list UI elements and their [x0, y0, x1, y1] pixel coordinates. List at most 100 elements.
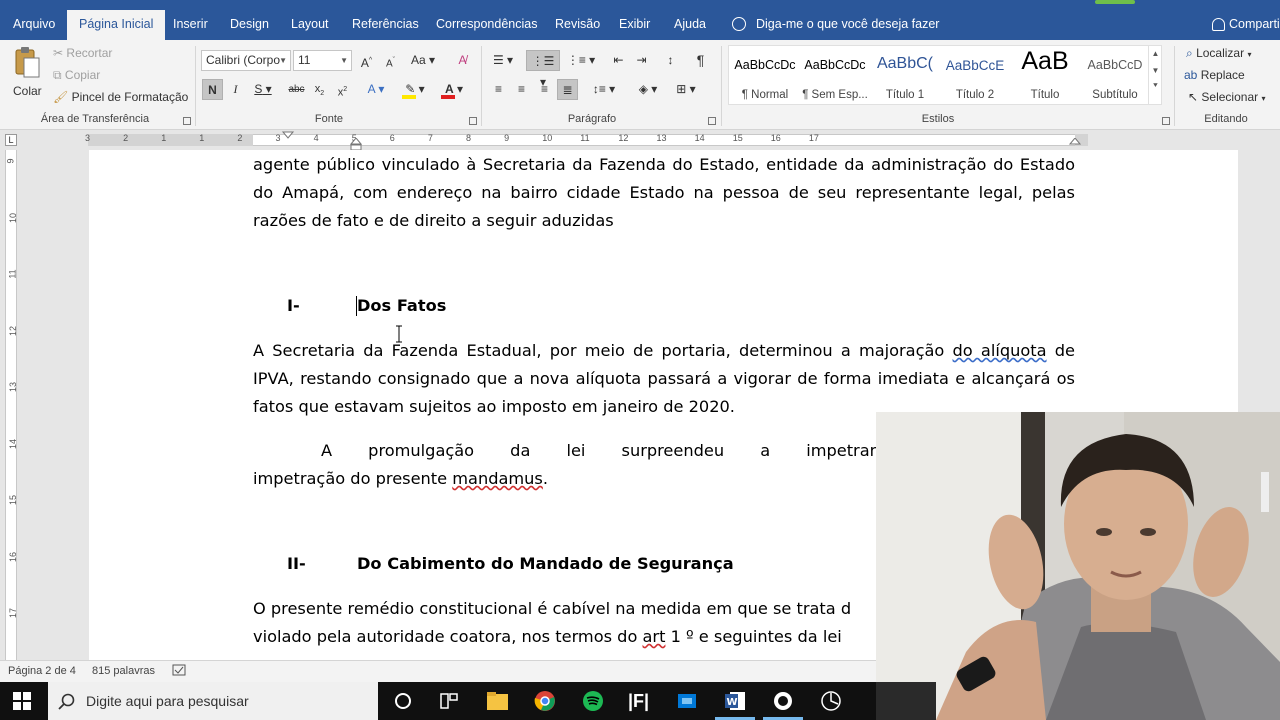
paragraph-intro: agente público vinculado à Secretaria da… [253, 155, 1075, 230]
style-title[interactable]: AaB Título [1010, 46, 1080, 104]
horizontal-ruler[interactable]: 3 2 1 1 2 3 4 5 6 7 8 9 10 11 12 13 14 15 16 17 [0, 130, 1280, 151]
strikethrough-icon[interactable]: abc [286, 79, 307, 100]
show-formatting-icon[interactable]: ¶ [690, 50, 711, 71]
ruler-number: 3 [275, 133, 281, 143]
numbering-icon[interactable]: ⋮☰ ▾ [526, 50, 560, 89]
paste-button[interactable]: Colar [12, 46, 46, 104]
grow-font-icon[interactable]: A^ [356, 50, 377, 71]
change-case-icon[interactable]: Aa ▾ [408, 50, 438, 71]
cortana-icon[interactable] [392, 690, 414, 712]
tab-exibir[interactable]: Exibir [619, 10, 650, 40]
decrease-indent-icon[interactable]: ⇤ [608, 50, 629, 71]
first-line-indent-marker[interactable] [282, 130, 294, 150]
store-icon[interactable] [676, 690, 698, 712]
sort-icon[interactable]: ↕ [660, 50, 681, 71]
tab-selector[interactable]: L [5, 134, 17, 146]
windows-start-icon[interactable] [13, 692, 35, 714]
taskbar-search-box[interactable]: Digite aqui para pesquisar [48, 682, 378, 720]
style-name: Título 2 [955, 89, 995, 101]
bullets-icon[interactable]: ☰ ▾ [488, 50, 518, 71]
subscript-icon[interactable]: x2 [309, 79, 330, 100]
style-no-spacing[interactable]: AaBbCcDc ¶ Sem Esp... [800, 46, 870, 104]
share-button[interactable]: Comparti [1212, 10, 1280, 38]
styles-launcher-icon[interactable] [1162, 117, 1170, 125]
font-launcher-icon[interactable] [469, 117, 477, 125]
task-view-icon[interactable] [438, 690, 460, 712]
paragraph-text: impetração do presente [253, 469, 453, 488]
font-color-bar [441, 95, 455, 99]
more-styles-icon[interactable]: ⯆ [1149, 81, 1162, 91]
copy-button[interactable]: ⧉ Copiar [53, 68, 100, 83]
format-painter-button[interactable]: 🖌 Pincel de Formatação [53, 90, 188, 104]
multilevel-list-icon[interactable]: ⋮≡ ▾ [566, 50, 596, 71]
paragraph-launcher-icon[interactable] [708, 117, 716, 125]
tab-referencias[interactable]: Referências [352, 10, 419, 40]
borders-icon[interactable]: ⊞ ▾ [670, 79, 702, 100]
tab-revisao[interactable]: Revisão [555, 10, 600, 40]
font-name-select[interactable]: Calibri (Corpo ▼ [201, 50, 291, 71]
styles-gallery: AaBbCcDc ¶ Normal AaBbCcDc ¶ Sem Esp... … [728, 45, 1162, 105]
shading-icon[interactable]: ◈ ▾ [632, 79, 664, 100]
text-cursor [356, 296, 357, 316]
style-name: ¶ Normal [741, 89, 789, 101]
spotify-icon[interactable] [582, 690, 604, 712]
align-right-icon[interactable]: ≡ [534, 79, 555, 100]
chevron-down-icon[interactable]: ▼ [1149, 66, 1162, 75]
justify-icon[interactable]: ≣ [557, 79, 578, 100]
tell-me-box[interactable]: Diga-me o que você deseja fazer [732, 10, 939, 38]
tab-pagina-inicial[interactable]: Página Inicial [67, 10, 166, 40]
word-count[interactable]: 815 palavras [92, 665, 155, 677]
highlight-color-icon[interactable]: ✎ ▾ [398, 79, 432, 100]
align-left-icon[interactable]: ≡ [488, 79, 509, 100]
chrome-icon[interactable] [534, 690, 556, 712]
tab-correspondencias[interactable]: Correspondências [436, 10, 537, 40]
font-size-select[interactable]: 11 ▼ [293, 50, 352, 71]
right-indent-marker[interactable] [1069, 138, 1081, 150]
select-button[interactable]: ↖ Selecionar ▾ [1188, 90, 1265, 104]
italic-button[interactable]: I [225, 79, 246, 100]
replace-button[interactable]: ab Replace [1184, 68, 1245, 82]
align-center-icon[interactable]: ≡ [511, 79, 532, 100]
chevron-up-icon[interactable]: ▲ [1149, 49, 1162, 58]
clipboard-launcher-icon[interactable] [183, 117, 191, 125]
increase-indent-icon[interactable]: ⇥ [631, 50, 652, 71]
cut-button[interactable]: ✂ Recortar [53, 46, 112, 60]
proofing-icon[interactable] [172, 664, 186, 679]
style-preview: AaBbCcE [945, 58, 1005, 73]
ruler-number: 13 [8, 381, 19, 393]
word-icon[interactable]: W [724, 690, 746, 712]
styles-scroll[interactable]: ▲ ▼ ⯆ [1148, 45, 1162, 105]
tab-inserir[interactable]: Inserir [173, 10, 208, 40]
clear-formatting-icon[interactable]: A̸ [452, 50, 473, 71]
text-effects-icon[interactable]: A ▾ [362, 79, 390, 100]
style-normal[interactable]: AaBbCcDc ¶ Normal [730, 46, 800, 104]
record-app-icon[interactable] [820, 690, 842, 712]
ruler-number: 2 [237, 133, 243, 143]
style-heading-2[interactable]: AaBbCcE Título 2 [940, 46, 1010, 104]
ruler-number: 10 [8, 212, 19, 223]
style-subtitle[interactable]: AaBbCcD Subtítulo [1080, 46, 1150, 104]
obs-icon[interactable] [772, 690, 794, 712]
line-spacing-icon[interactable]: ↕≡ ▾ [588, 79, 620, 100]
tab-layout[interactable]: Layout [291, 10, 329, 40]
underline-button[interactable]: S ▾ [248, 79, 278, 100]
tell-me-text: Diga-me o que você deseja fazer [756, 17, 940, 31]
file-explorer-icon[interactable] [486, 690, 508, 712]
shrink-font-icon[interactable]: Aˇ [380, 50, 401, 71]
ruler-number: 9 [5, 158, 16, 164]
ruler-number: 17 [8, 607, 19, 619]
replace-label: Replace [1200, 68, 1245, 82]
tab-ajuda[interactable]: Ajuda [674, 10, 706, 40]
bold-button[interactable]: N [202, 79, 223, 100]
style-heading-1[interactable]: AaBbC( Título 1 [870, 46, 940, 104]
find-button[interactable]: ⌕ Localizar ▾ [1186, 46, 1251, 61]
font-color-icon[interactable]: A ▾ [437, 79, 471, 100]
paragraph-text: . [542, 469, 549, 488]
paragraph-text: A Secretaria da Fazenda Estadual, por me… [253, 341, 953, 360]
superscript-icon[interactable]: x2 [332, 79, 353, 100]
underline-label: S [254, 82, 263, 96]
tab-arquivo[interactable]: Arquivo [13, 10, 55, 40]
app-icon[interactable]: |F| [628, 690, 650, 712]
tab-design[interactable]: Design [230, 10, 269, 40]
page-count[interactable]: Página 2 de 4 [8, 665, 76, 677]
